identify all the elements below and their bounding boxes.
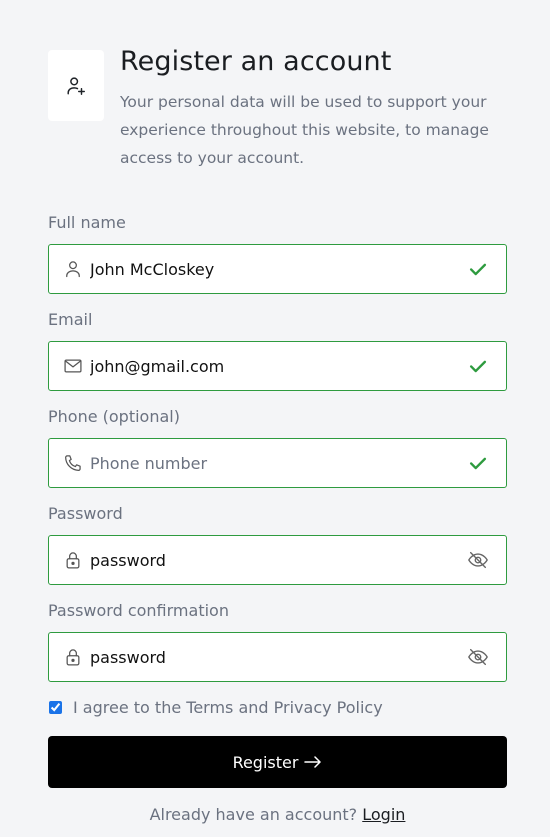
full-name-field — [48, 244, 507, 294]
agree-label: I agree to the Terms and Privacy Policy — [73, 698, 383, 717]
password-confirmation-input[interactable] — [90, 633, 459, 681]
lock-icon — [63, 647, 83, 667]
phone-label: Phone (optional) — [48, 407, 180, 426]
login-row: Already have an account? Login — [0, 805, 550, 824]
register-button-label: Register — [232, 752, 299, 772]
eye-off-icon[interactable] — [467, 549, 489, 571]
email-input[interactable] — [90, 342, 459, 390]
page-title: Register an account — [120, 46, 392, 77]
login-link[interactable]: Login — [362, 805, 405, 824]
full-name-label: Full name — [48, 213, 126, 232]
email-field — [48, 341, 507, 391]
user-plus-icon — [67, 76, 85, 95]
password-confirmation-field — [48, 632, 507, 682]
full-name-input[interactable] — [90, 245, 459, 293]
check-icon — [467, 258, 489, 280]
check-icon — [467, 452, 489, 474]
register-button[interactable]: Register — [48, 736, 507, 788]
password-field — [48, 535, 507, 585]
agree-checkbox[interactable] — [49, 701, 62, 714]
check-icon — [467, 355, 489, 377]
page-subtitle: Your personal data will be used to suppo… — [120, 93, 489, 167]
eye-off-icon[interactable] — [467, 646, 489, 668]
password-label: Password — [48, 504, 123, 523]
email-label: Email — [48, 310, 93, 329]
register-page: Register an account Your personal data w… — [0, 0, 550, 837]
arrow-right-icon — [304, 756, 322, 768]
header-icon-box — [48, 50, 104, 121]
login-prompt: Already have an account? — [149, 805, 358, 824]
lock-icon — [63, 550, 83, 570]
mail-icon — [63, 356, 83, 376]
agree-row[interactable]: I agree to the Terms and Privacy Policy — [48, 698, 383, 717]
password-confirmation-label: Password confirmation — [48, 601, 229, 620]
phone-field — [48, 438, 507, 488]
phone-input[interactable] — [90, 439, 459, 487]
password-input[interactable] — [90, 536, 459, 584]
phone-icon — [63, 453, 83, 473]
user-icon — [63, 259, 83, 279]
